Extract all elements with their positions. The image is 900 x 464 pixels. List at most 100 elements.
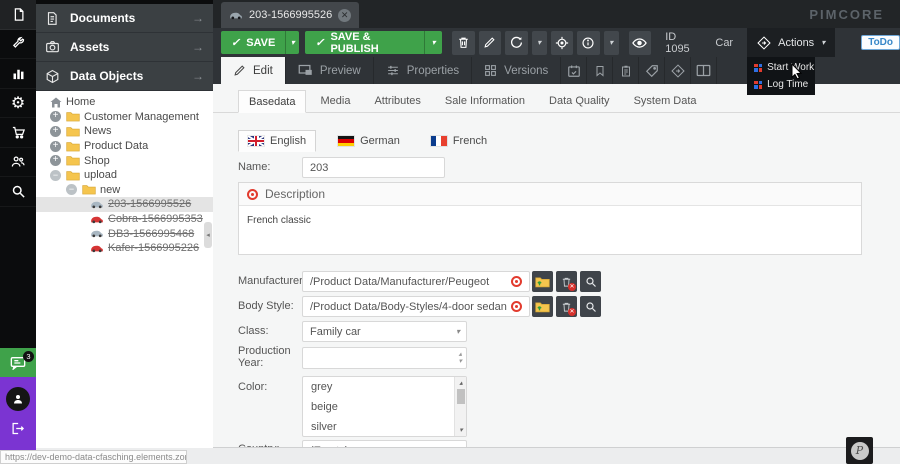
remove-relation-button[interactable] (556, 271, 577, 292)
preview-eye-button[interactable] (629, 31, 652, 55)
subtab-basedata[interactable]: Basedata (238, 90, 306, 113)
tab-properties[interactable]: Properties (374, 57, 472, 84)
subtab-attributes[interactable]: Attributes (364, 90, 430, 112)
open-relation-button[interactable] (532, 296, 553, 317)
tree-item-car-cobra[interactable]: Cobra-1566995353 (36, 212, 213, 227)
accordion-data-objects[interactable]: Data Objects → (36, 62, 213, 91)
expand-plus-icon[interactable] (50, 155, 61, 166)
rail-ecommerce-button[interactable] (0, 118, 36, 148)
lang-tab-english[interactable]: English (238, 130, 316, 152)
grid-icon (484, 64, 497, 77)
tree-item-product-data[interactable]: Product Data (36, 139, 213, 154)
accordion-assets[interactable]: Assets → (36, 33, 213, 62)
remove-x-icon (568, 283, 576, 291)
remove-relation-button[interactable] (556, 296, 577, 317)
delete-button[interactable] (452, 31, 475, 55)
expand-plus-icon[interactable] (50, 111, 61, 122)
tab-edit[interactable]: Edit (221, 57, 286, 84)
save-button[interactable]: SAVE (221, 31, 299, 54)
close-icon[interactable] (338, 9, 351, 22)
color-option-beige[interactable]: beige (303, 397, 466, 417)
tree-item-home[interactable]: Home (36, 95, 213, 110)
tree-item-car-203[interactable]: 203-1566995526 (36, 197, 213, 212)
tree-item-shop[interactable]: Shop (36, 153, 213, 168)
rail-tools-button[interactable] (0, 30, 36, 60)
reload-button[interactable] (505, 31, 528, 55)
tree-item-customer-management[interactable]: Customer Management (36, 110, 213, 125)
tree-item-new[interactable]: new (36, 183, 213, 198)
tab-preview[interactable]: Preview (286, 57, 374, 84)
spinner-up-icon[interactable] (458, 351, 462, 358)
class-select[interactable]: Family car (302, 321, 467, 342)
color-option-grey[interactable]: grey (303, 377, 466, 397)
save-publish-button[interactable]: SAVE & PUBLISH (305, 31, 442, 54)
tree-item-upload[interactable]: upload (36, 168, 213, 183)
save-dropdown-button[interactable] (285, 31, 299, 54)
tree-item-car-kafer[interactable]: Kafer-1566995226 (36, 241, 213, 256)
tab-notes-events[interactable] (587, 57, 613, 84)
tab-versions[interactable]: Versions (472, 57, 561, 84)
panel-collapse-handle[interactable] (204, 222, 212, 248)
rail-users-button[interactable] (0, 148, 36, 178)
lang-tab-french[interactable]: French (422, 130, 496, 152)
chevron-down-icon (456, 327, 460, 336)
rail-search-button[interactable] (0, 177, 36, 207)
logout-button[interactable] (10, 421, 25, 436)
folder-icon (66, 111, 80, 122)
info-button[interactable] (577, 31, 600, 55)
listbox-scrollbar[interactable] (454, 377, 466, 436)
user-avatar-button[interactable] (6, 387, 30, 411)
scrollbar-thumb[interactable] (457, 389, 465, 404)
locate-in-tree-button[interactable] (551, 31, 574, 55)
country-select[interactable]: (Empty) (302, 440, 467, 448)
collapse-minus-icon[interactable] (66, 184, 77, 195)
accordion-documents[interactable]: Documents → (36, 4, 213, 33)
subtab-sale-information[interactable]: Sale Information (435, 90, 535, 112)
tab-scheduled-tasks[interactable] (561, 57, 587, 84)
scroll-down-icon[interactable] (455, 426, 467, 434)
name-input[interactable]: 203 (302, 157, 445, 178)
scroll-up-icon[interactable] (455, 379, 467, 387)
tab-reports[interactable] (613, 57, 639, 84)
menu-item-log-time[interactable]: Log Time (747, 76, 815, 93)
search-relation-button[interactable] (580, 296, 601, 317)
color-option-silver[interactable]: silver (303, 417, 466, 437)
subtab-media[interactable]: Media (310, 90, 360, 112)
rail-reports-button[interactable] (0, 59, 36, 89)
tree-item-car-db3[interactable]: DB3-1566995468 (36, 226, 213, 241)
tree-item-news[interactable]: News (36, 124, 213, 139)
rename-button[interactable] (479, 31, 502, 55)
collapse-minus-icon[interactable] (50, 170, 61, 181)
chat-notification-button[interactable]: 3 (0, 348, 36, 377)
expand-plus-icon[interactable] (50, 126, 61, 137)
description-textarea[interactable]: French classic (239, 206, 861, 235)
search-relation-button[interactable] (580, 271, 601, 292)
rail-file-button[interactable] (0, 0, 36, 30)
tab-compare[interactable] (691, 57, 717, 84)
expand-plus-icon[interactable] (50, 141, 61, 152)
lang-tab-german[interactable]: German (329, 130, 409, 152)
bodystyle-input[interactable]: /Product Data/Body-Styles/4-door sedan (302, 296, 530, 317)
subtab-data-quality[interactable]: Data Quality (539, 90, 620, 112)
tab-workflow[interactable] (665, 57, 691, 84)
open-relation-button[interactable] (532, 271, 553, 292)
edit-content: Basedata Media Attributes Sale Informati… (213, 84, 900, 448)
search-icon (585, 276, 597, 288)
manufacturer-input[interactable]: /Product Data/Manufacturer/Peugeot (302, 271, 530, 292)
color-label: Color: (238, 381, 267, 393)
save-publish-dropdown-button[interactable] (424, 31, 442, 54)
spinner-down-icon[interactable] (458, 358, 462, 365)
tab-tags[interactable] (639, 57, 665, 84)
reload-dropdown-button[interactable]: ▾ (532, 31, 547, 55)
info-dropdown-button[interactable]: ▾ (604, 31, 619, 55)
tree-item-label: Shop (84, 155, 110, 167)
subtab-system-data[interactable]: System Data (624, 90, 707, 112)
rail-settings-button[interactable]: ⚙ (0, 89, 36, 119)
menu-item-start-work[interactable]: Start Work (747, 59, 815, 76)
open-object-tab[interactable]: 203-1566995526 (221, 2, 359, 28)
actions-button[interactable]: Actions Start Work Log Time (747, 28, 835, 57)
production-year-spinner[interactable] (302, 347, 467, 369)
data-objects-tree: Home Customer Management News Product Da… (36, 91, 213, 256)
screen-overlay-widget[interactable]: P (846, 437, 873, 464)
color-multiselect[interactable]: grey beige silver (302, 376, 467, 437)
